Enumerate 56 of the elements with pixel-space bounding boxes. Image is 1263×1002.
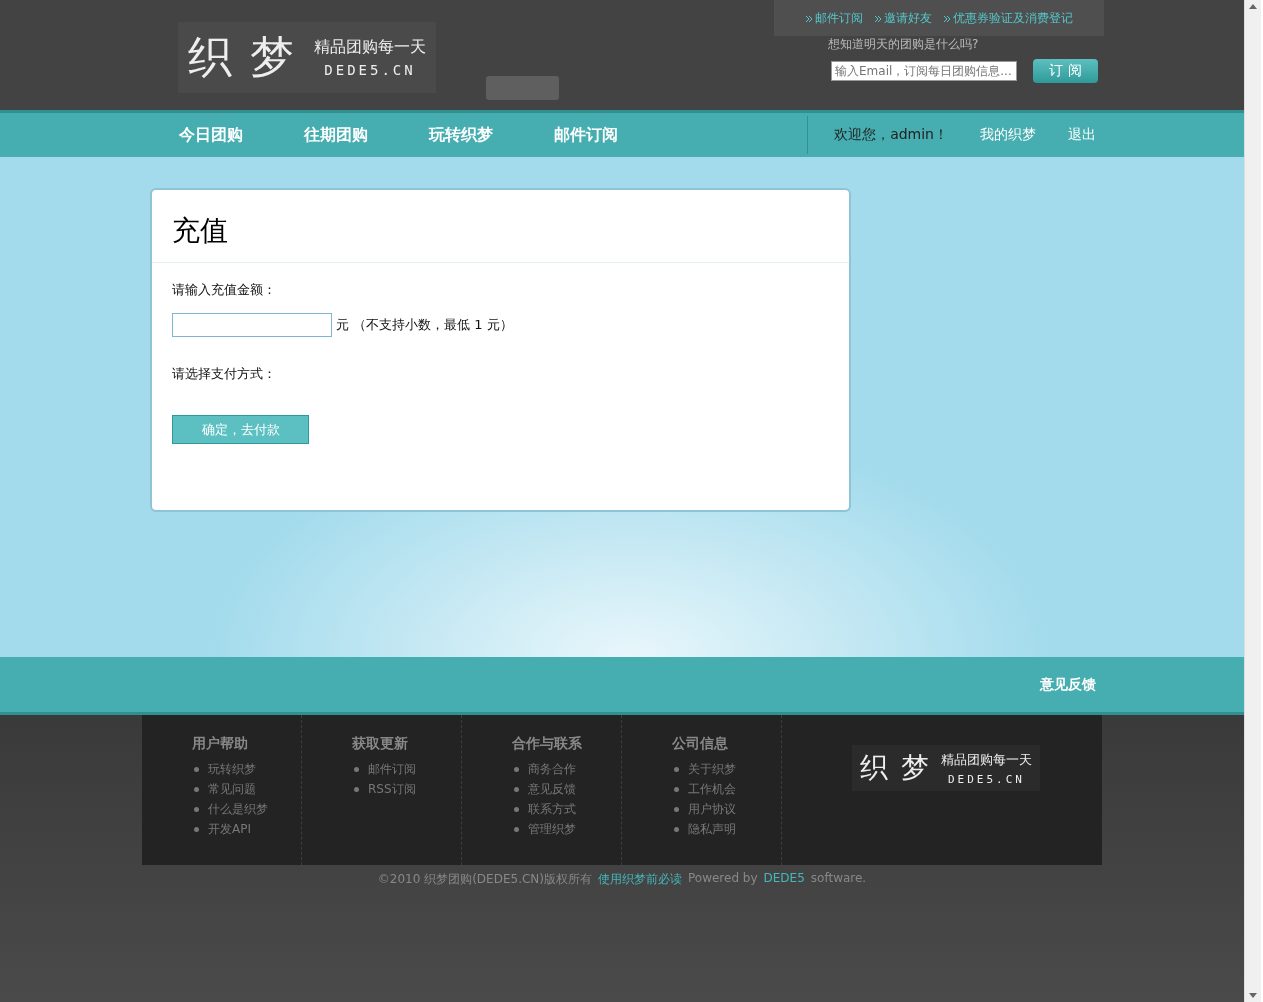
logo-mark: 织 梦 (860, 750, 931, 786)
scroll-up-icon[interactable] (1249, 4, 1257, 9)
subscribe-prompt: 想知道明天的团购是什么吗? (828, 36, 979, 53)
footer-link[interactable]: 工作机会 (672, 779, 781, 799)
logo-slogan: 精品团购每一天 (314, 37, 426, 58)
nav-tab[interactable]: 玩转织梦 (412, 113, 510, 157)
footer-link[interactable]: 邮件订阅 (352, 759, 461, 779)
footer-link[interactable]: RSS订阅 (352, 779, 461, 799)
subscribe-button[interactable]: 订 阅 (1033, 59, 1098, 83)
footer-link[interactable]: 开发API (192, 819, 301, 839)
double-chevron-icon (874, 15, 881, 22)
double-chevron-icon (805, 15, 812, 22)
scroll-down-icon[interactable] (1249, 993, 1257, 998)
unit-label: 元 (336, 316, 349, 334)
double-chevron-icon (943, 15, 950, 22)
card-title: 充值 (152, 190, 849, 263)
logo-mark: 织 梦 (188, 30, 296, 84)
nav-tab[interactable]: 邮件订阅 (537, 113, 635, 157)
footer-link[interactable]: 玩转织梦 (192, 759, 301, 779)
nav-tab[interactable]: 今日团购 (162, 113, 260, 157)
nav-tab[interactable]: 往期团购 (287, 113, 385, 157)
footer-link[interactable]: 管理织梦 (512, 819, 621, 839)
footer-link[interactable]: 关于织梦 (672, 759, 781, 779)
powered-suffix: software. (810, 871, 867, 887)
welcome-text: 欢迎您，admin！ (834, 126, 948, 144)
footer-column-title: 合作与联系 (512, 735, 583, 753)
logo-domain: DEDE5.CN (324, 62, 416, 78)
footer-link[interactable]: 隐私声明 (672, 819, 781, 839)
logo-slogan: 精品团购每一天 (940, 750, 1032, 769)
copyright-text: ©2010 织梦团购(DEDE5.CN)版权所有 (377, 871, 592, 888)
payment-method-label: 请选择支付方式： (172, 365, 276, 383)
powered-link[interactable]: DEDE5 (763, 871, 805, 888)
top-link[interactable]: 优惠券验证及消费登记 (943, 9, 1073, 27)
amount-label: 请输入充值金额： (172, 281, 276, 299)
submit-button[interactable]: 确定，去付款 (172, 415, 309, 444)
email-field[interactable]: 输入Email，订阅每日团购信息... (831, 61, 1017, 81)
user-link[interactable]: 退出 (1068, 126, 1096, 144)
feedback-link[interactable]: 意见反馈 (1040, 675, 1096, 694)
footer-link[interactable]: 联系方式 (512, 799, 621, 819)
amount-field[interactable] (172, 313, 332, 337)
footer-link[interactable]: 商务合作 (512, 759, 621, 779)
guide-link[interactable]: 使用织梦前必读 (598, 871, 682, 888)
footer-link[interactable]: 意见反馈 (512, 779, 621, 799)
powered-prefix: Powered by (688, 871, 758, 887)
top-link[interactable]: 邮件订阅 (805, 9, 863, 27)
top-link[interactable]: 邀请好友 (874, 9, 932, 27)
logo[interactable]: 织 梦 精品团购每一天 DEDE5.CN (178, 22, 436, 93)
footer-column-title: 获取更新 (352, 735, 409, 753)
footer-column-title: 用户帮助 (192, 735, 249, 753)
footer-link[interactable]: 什么是织梦 (192, 799, 301, 819)
footer-column-title: 公司信息 (672, 735, 729, 753)
amount-hint: （不支持小数，最低 1 元） (353, 316, 513, 334)
footer-link[interactable]: 常见问题 (192, 779, 301, 799)
logo-domain: DEDE5.CN (947, 772, 1025, 786)
user-link[interactable]: 我的织梦 (980, 126, 1036, 144)
footer-link[interactable]: 用户协议 (672, 799, 781, 819)
